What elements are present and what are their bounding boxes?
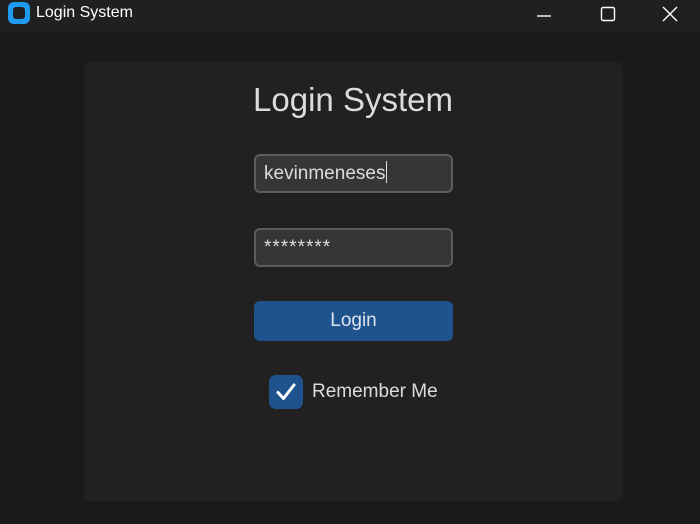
- minimize-button[interactable]: [512, 0, 576, 28]
- password-value: ********: [264, 237, 332, 258]
- username-input[interactable]: kevinmeneses: [254, 154, 453, 193]
- window-title: Login System: [36, 4, 133, 21]
- app-window: Login System Login System kevinmeneses *…: [0, 0, 700, 524]
- app-logo-icon: [8, 2, 30, 24]
- close-button[interactable]: [640, 0, 700, 28]
- page-title: Login System: [253, 81, 453, 118]
- minimize-icon: [537, 15, 551, 17]
- login-button[interactable]: Login: [254, 301, 453, 341]
- close-icon: [662, 6, 678, 22]
- password-input[interactable]: ********: [254, 228, 453, 267]
- title-bar[interactable]: Login System: [0, 0, 700, 32]
- username-value: kevinmeneses: [264, 163, 386, 184]
- checkmark-icon: [276, 383, 296, 400]
- login-card: [84, 62, 623, 501]
- maximize-button[interactable]: [576, 0, 640, 28]
- maximize-icon: [600, 6, 616, 22]
- remember-me-label[interactable]: Remember Me: [312, 381, 438, 403]
- remember-me-checkbox[interactable]: [269, 375, 303, 409]
- text-caret: [386, 161, 388, 184]
